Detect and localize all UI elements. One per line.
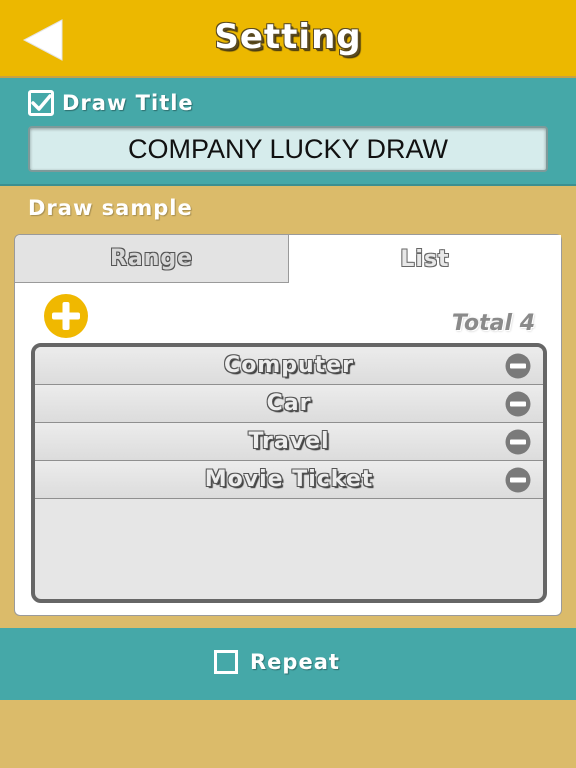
list-item-label: Computer (224, 353, 354, 378)
list-item[interactable]: Travel (35, 423, 543, 461)
list-item[interactable]: Computer (35, 347, 543, 385)
repeat-toggle[interactable]: Repeat (214, 650, 340, 674)
draw-title-label: Draw Title (62, 91, 194, 115)
repeat-section: Repeat (0, 628, 576, 700)
repeat-label: Repeat (250, 650, 340, 674)
list-item[interactable]: Car (35, 385, 543, 423)
list-item[interactable]: Movie Ticket (35, 461, 543, 499)
remove-item-button[interactable] (505, 429, 531, 455)
checkmark-icon (31, 94, 52, 111)
list-item-label: Movie Ticket (204, 467, 374, 492)
repeat-checkbox[interactable] (214, 650, 238, 674)
tab-range[interactable]: Range (15, 235, 289, 283)
add-item-button[interactable] (43, 293, 89, 339)
minus-circle-icon (505, 467, 531, 493)
draw-title-toggle[interactable]: Draw Title (28, 88, 194, 118)
minus-circle-icon (505, 353, 531, 379)
title-input-frame (28, 126, 548, 172)
draw-title-input[interactable] (30, 128, 546, 170)
remove-item-button[interactable] (505, 391, 531, 417)
item-list: Computer Car Travel Movie Ticket (31, 343, 547, 603)
draw-sample-label: Draw sample (28, 196, 193, 220)
tab-list[interactable]: List (289, 235, 561, 283)
title-section: Draw Title (0, 78, 576, 186)
list-item-label: Travel (248, 429, 330, 454)
minus-circle-icon (505, 391, 531, 417)
minus-circle-icon (505, 429, 531, 455)
remove-item-button[interactable] (505, 467, 531, 493)
remove-item-button[interactable] (505, 353, 531, 379)
page-title: Setting (214, 17, 362, 57)
item-total: Total 4 (451, 311, 535, 336)
draw-title-checkbox[interactable] (28, 90, 54, 116)
header-bar: Setting (0, 0, 576, 78)
draw-sample-panel: Range List Total 4 Computer Car Travel M… (14, 234, 562, 616)
plus-circle-icon (44, 294, 88, 338)
list-item-label: Car (266, 391, 312, 416)
